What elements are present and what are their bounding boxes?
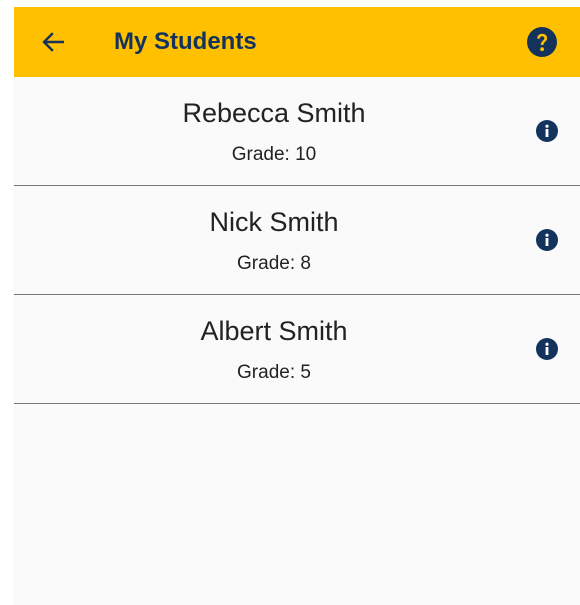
page-title: My Students <box>114 28 257 55</box>
app-bar: My Students <box>14 7 580 77</box>
student-row[interactable]: Albert Smith Grade: 5 <box>14 295 580 404</box>
student-name: Nick Smith <box>209 207 339 237</box>
app-screen: My Students Rebecca Smith Grade: 10 Nick… <box>14 7 580 605</box>
student-name: Albert Smith <box>200 316 348 346</box>
student-grade: Grade: 8 <box>237 253 311 274</box>
student-list: Rebecca Smith Grade: 10 Nick Smith Grade… <box>14 77 580 404</box>
info-circle-icon <box>536 229 558 251</box>
student-row[interactable]: Nick Smith Grade: 8 <box>14 186 580 295</box>
info-button[interactable] <box>536 229 558 251</box>
help-button[interactable] <box>527 27 557 57</box>
student-text: Nick Smith Grade: 8 <box>14 186 534 276</box>
student-text: Albert Smith Grade: 5 <box>14 295 534 385</box>
student-grade: Grade: 10 <box>231 144 317 165</box>
info-circle-icon <box>536 120 558 142</box>
info-button[interactable] <box>536 120 558 142</box>
student-row[interactable]: Rebecca Smith Grade: 10 <box>14 77 580 186</box>
student-name: Rebecca Smith <box>182 98 366 128</box>
info-circle-icon <box>536 338 558 360</box>
back-button[interactable] <box>38 27 68 57</box>
arrow-left-icon <box>42 32 64 52</box>
student-grade: Grade: 5 <box>237 362 311 383</box>
info-button[interactable] <box>536 338 558 360</box>
question-circle-icon <box>527 27 557 57</box>
student-text: Rebecca Smith Grade: 10 <box>14 77 534 167</box>
